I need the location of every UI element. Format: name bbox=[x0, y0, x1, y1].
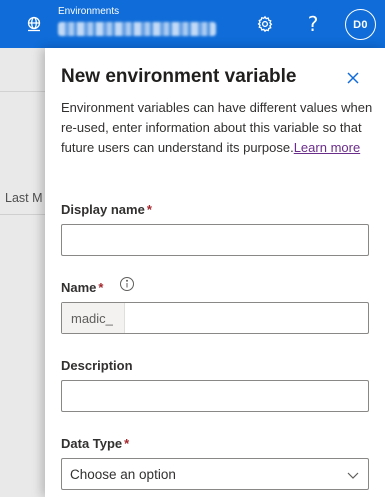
background-divider bbox=[0, 91, 50, 92]
name-label: Name * bbox=[61, 280, 103, 295]
learn-more-link[interactable]: Learn more bbox=[294, 140, 360, 155]
data-type-label: Data Type * bbox=[61, 436, 129, 451]
environments-label: Environments bbox=[58, 6, 120, 17]
required-indicator: * bbox=[98, 280, 104, 295]
background-divider bbox=[0, 214, 50, 215]
new-environment-variable-panel: New environment variable Environment var… bbox=[45, 48, 385, 497]
close-icon[interactable] bbox=[343, 68, 363, 88]
display-name-label: Display name * bbox=[61, 202, 152, 217]
name-field[interactable] bbox=[125, 303, 368, 333]
chevron-down-icon bbox=[346, 468, 360, 482]
data-type-dropdown[interactable]: Choose an option bbox=[61, 458, 369, 490]
name-label-text: Name bbox=[61, 280, 97, 295]
display-name-label-text: Display name bbox=[61, 202, 145, 217]
panel-description: Environment variables can have different… bbox=[61, 98, 373, 158]
environment-name-blurred[interactable] bbox=[58, 22, 216, 36]
description-label: Description bbox=[61, 358, 133, 373]
panel-title: New environment variable bbox=[61, 66, 297, 87]
description-field[interactable] bbox=[61, 380, 369, 412]
display-name-field[interactable] bbox=[61, 224, 369, 256]
gear-icon[interactable] bbox=[251, 10, 279, 38]
environment-globe-icon[interactable] bbox=[25, 15, 43, 33]
info-icon[interactable] bbox=[119, 276, 135, 292]
help-icon[interactable]: ? bbox=[299, 10, 327, 38]
background-page bbox=[0, 48, 50, 497]
required-indicator: * bbox=[124, 436, 130, 451]
avatar[interactable]: D0 bbox=[345, 9, 376, 40]
required-indicator: * bbox=[146, 202, 152, 217]
top-bar: Environments ? D0 bbox=[0, 0, 385, 48]
data-type-label-text: Data Type bbox=[61, 436, 123, 451]
name-prefix: madic_ bbox=[62, 303, 125, 333]
data-type-selected: Choose an option bbox=[70, 466, 176, 482]
name-field-group: madic_ bbox=[61, 302, 369, 334]
background-column-header[interactable]: Last M bbox=[5, 191, 43, 205]
